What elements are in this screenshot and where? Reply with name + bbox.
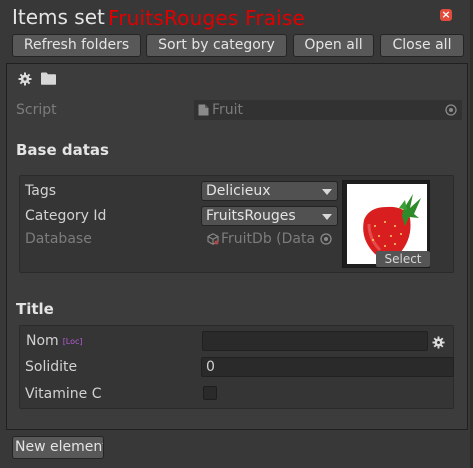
chevron-down-icon [322,189,332,195]
nom-input[interactable] [202,331,428,351]
nom-label: Nom [Loc] [26,333,83,349]
page-title: Items set [12,5,105,29]
sort-by-category-button[interactable]: Sort by category [146,34,287,57]
script-file-icon [198,104,209,116]
nom-label-text: Nom [26,333,59,349]
vitamine-c-label: Vitamine C [25,386,102,402]
category-id-value: FruitsRouges [206,208,296,224]
item-header-name: FruitsRouges Fraise [108,6,306,30]
chevron-down-icon [322,214,332,220]
object-picker-icon[interactable] [320,233,332,245]
gear-icon[interactable] [18,72,32,86]
section-title-base-datas: Base datas [16,141,109,159]
script-value: Fruit [212,102,244,118]
category-id-label: Category Id [25,208,107,224]
section-title-title: Title [16,300,54,318]
solidite-label: Solidite [25,359,78,375]
database-label: Database [25,231,92,247]
script-field: Fruit [194,100,462,120]
new-element-button[interactable]: New element [12,436,104,459]
loc-tag: [Loc] [62,337,83,346]
scriptable-object-icon [207,233,219,245]
folder-icon[interactable] [41,72,56,85]
close-all-button[interactable]: Close all [380,34,464,57]
close-icon[interactable]: × [440,9,452,21]
gear-icon[interactable] [432,336,445,349]
object-picker-icon[interactable] [445,104,457,116]
category-id-dropdown[interactable]: FruitsRouges [201,206,338,226]
tags-dropdown[interactable]: Delicieux [201,181,338,201]
vitamine-c-checkbox[interactable] [203,386,217,400]
select-sprite-button[interactable]: Select [376,251,430,267]
database-value: FruitDb (Data [221,231,316,247]
refresh-folders-button[interactable]: Refresh folders [12,34,141,57]
database-field: FruitDb (Data [205,229,336,249]
solidite-input[interactable]: 0 [201,357,454,377]
tags-value: Delicieux [206,183,271,199]
open-all-button[interactable]: Open all [293,34,374,57]
tags-label: Tags [25,183,56,199]
script-label: Script [16,102,57,118]
